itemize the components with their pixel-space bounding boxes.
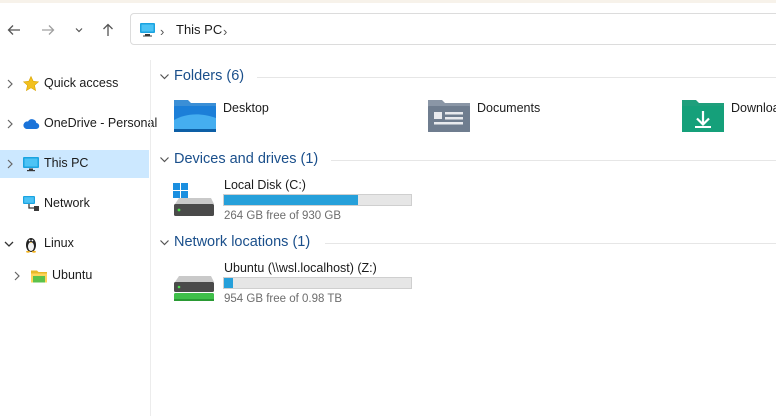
downloads-folder-icon	[682, 100, 724, 132]
drive-usage-bar	[223, 277, 412, 289]
group-title: Folders (6)	[174, 68, 245, 84]
sidebar-item-label: This PC	[44, 156, 89, 170]
sidebar-item-label: Network	[44, 196, 90, 210]
breadcrumb-this-pc[interactable]: This PC	[176, 22, 222, 37]
group-title: Network locations (1)	[174, 234, 311, 250]
sidebar-item-label: Ubuntu	[52, 268, 93, 282]
sidebar-item-this-pc[interactable]: This PC	[0, 150, 149, 178]
forward-button[interactable]	[36, 18, 60, 42]
breadcrumb-chevron-icon[interactable]: ›	[223, 24, 227, 39]
drive-name: Ubuntu (\\wsl.localhost) (Z:)	[224, 261, 377, 275]
group-header-folders[interactable]: Folders (6)	[157, 66, 776, 88]
desktop-folder-icon	[174, 100, 216, 132]
chevron-down-icon[interactable]	[159, 71, 170, 82]
title-strip	[0, 0, 776, 3]
sidebar-item-label: Quick access	[44, 76, 119, 90]
group-header-devices[interactable]: Devices and drives (1)	[157, 149, 776, 171]
chevron-right-icon[interactable]	[4, 157, 16, 171]
content-pane: Folders (6) Desktop Documents Downlo Dev…	[151, 60, 776, 416]
chevron-down-icon[interactable]	[3, 237, 15, 251]
computer-icon	[23, 157, 39, 172]
folder-item-desktop[interactable]: Desktop	[173, 98, 413, 142]
group-title: Devices and drives (1)	[174, 151, 319, 167]
recent-locations-button[interactable]	[67, 18, 91, 42]
star-icon	[22, 75, 40, 92]
address-bar[interactable]: › This PC ›	[130, 13, 776, 45]
sidebar-item-label: Linux	[44, 236, 74, 250]
group-divider	[331, 160, 776, 161]
group-divider	[257, 77, 776, 78]
drive-name: Local Disk (C:)	[224, 178, 306, 192]
folder-label: Downloads	[731, 101, 776, 115]
drive-free-space: 954 GB free of 0.98 TB	[224, 293, 343, 305]
back-arrow-icon	[7, 25, 20, 35]
sidebar-item-quick-access[interactable]: Quick access	[0, 70, 149, 98]
sidebar-item-linux[interactable]: Linux	[0, 230, 149, 258]
chevron-down-icon	[75, 28, 83, 33]
chevron-right-icon[interactable]	[11, 269, 23, 283]
up-arrow-icon	[103, 23, 113, 36]
up-button[interactable]	[96, 18, 120, 42]
breadcrumb-separator-icon: ›	[160, 24, 165, 39]
toolbar: › This PC ›	[0, 0, 776, 60]
drive-item-local-disk[interactable]: Local Disk (C:) 264 GB free of 930 GB	[171, 178, 431, 228]
cloud-icon	[23, 119, 40, 130]
computer-icon	[140, 23, 155, 37]
folder-item-downloads[interactable]: Downloads	[681, 98, 776, 142]
forward-arrow-icon	[42, 25, 55, 35]
network-icon	[23, 196, 39, 211]
folder-label: Documents	[477, 101, 541, 115]
group-divider	[325, 243, 776, 244]
back-button[interactable]	[2, 18, 26, 42]
drive-usage-fill	[224, 195, 358, 205]
drive-free-space: 264 GB free of 930 GB	[224, 210, 341, 222]
chevron-down-icon[interactable]	[159, 154, 170, 165]
chevron-down-icon[interactable]	[159, 237, 170, 248]
sidebar-item-label: OneDrive - Personal	[44, 116, 158, 130]
sidebar-item-ubuntu[interactable]: Ubuntu	[0, 262, 149, 290]
folder-item-documents[interactable]: Documents	[427, 98, 667, 142]
drive-usage-bar	[223, 194, 412, 206]
sidebar-item-onedrive[interactable]: OneDrive - Personal	[0, 110, 157, 138]
group-header-network-locations[interactable]: Network locations (1)	[157, 232, 776, 254]
documents-folder-icon	[428, 100, 470, 132]
folder-icon	[31, 270, 47, 283]
windows-drive-icon	[173, 183, 214, 216]
navigation-pane: Quick access OneDrive - Personal This PC…	[0, 60, 157, 416]
folder-label: Desktop	[223, 101, 269, 115]
sidebar-item-network[interactable]: Network	[0, 190, 149, 218]
network-drive-icon	[174, 276, 214, 301]
chevron-right-icon[interactable]	[4, 77, 16, 91]
drive-usage-fill	[224, 278, 234, 288]
chevron-right-icon[interactable]	[4, 117, 16, 131]
penguin-icon	[26, 238, 36, 253]
drive-item-ubuntu-network[interactable]: Ubuntu (\\wsl.localhost) (Z:) 954 GB fre…	[171, 261, 431, 311]
